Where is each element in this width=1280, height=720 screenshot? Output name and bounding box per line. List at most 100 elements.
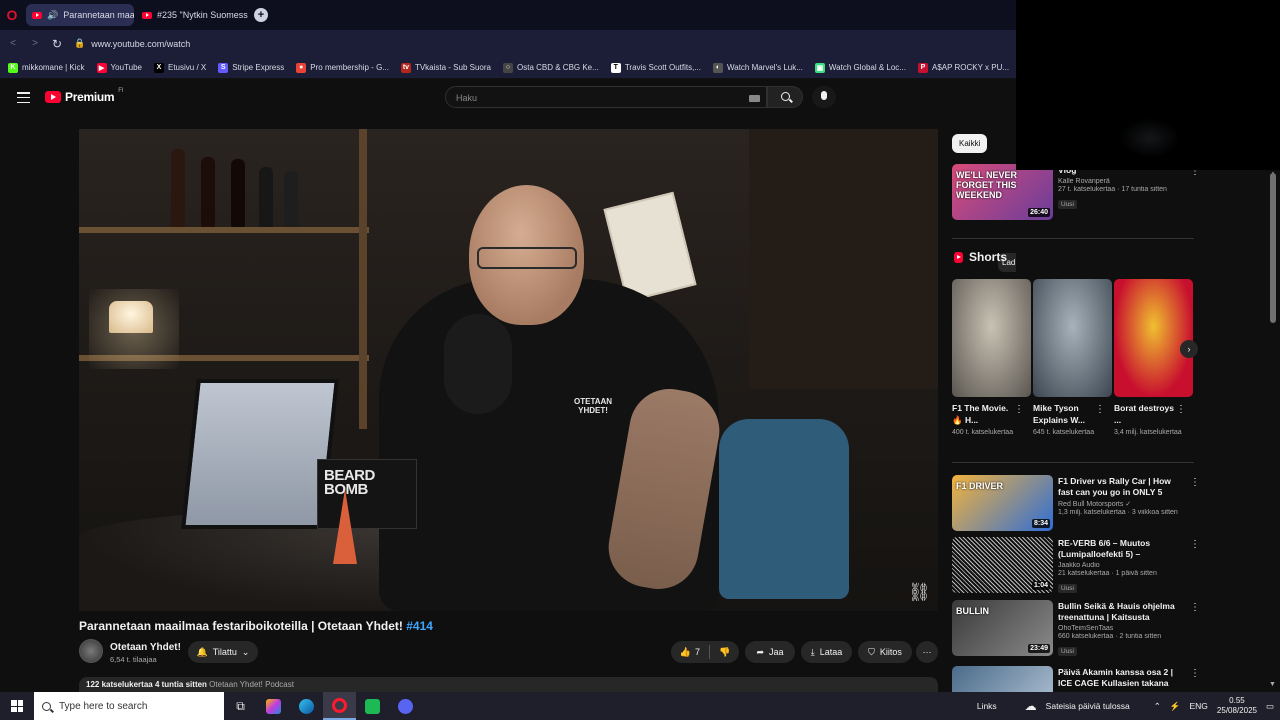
subscribed-button[interactable]: 🔔 Tilattu ⌄ <box>188 641 258 663</box>
search-button[interactable] <box>767 86 803 108</box>
kebab-menu-icon[interactable]: ⋮ <box>1190 477 1200 488</box>
short-thumbnail[interactable] <box>952 279 1031 397</box>
kebab-menu-icon[interactable]: ⋮ <box>1095 404 1105 415</box>
thumbs-up-icon: 👍 <box>679 646 691 657</box>
recommendation-channel[interactable]: Red Bull Motorsports ✓ <box>1058 500 1184 508</box>
shorts-next-arrow-icon[interactable]: › <box>1180 340 1198 358</box>
share-button[interactable]: ➦ Jaa <box>745 641 795 663</box>
search-input[interactable]: Haku <box>445 86 767 108</box>
recommendation-title[interactable]: RE-VERB 6/6 – Muutos (Lumipalloefekti 5)… <box>1058 538 1184 560</box>
weather-icon[interactable]: ☁ <box>1025 699 1037 713</box>
thumbs-down-icon: 👎 <box>719 646 731 657</box>
video-thumbnail[interactable]: BULLIN 23:49 <box>952 600 1053 656</box>
bookmark-item[interactable]: P A$AP ROCKY x PU... <box>917 62 1009 73</box>
short-item[interactable]: F1 The Movie. 🔥 H... 400 t. katselukertaa… <box>952 279 1031 438</box>
chip-all[interactable]: Kaikki <box>952 134 988 153</box>
notifications-icon[interactable]: ▭ <box>1266 701 1274 712</box>
taskbar-app-edge[interactable] <box>290 692 323 720</box>
start-button[interactable] <box>0 692 34 720</box>
bookmark-item[interactable]: ◐ Watch Marvel's Luk... <box>712 62 803 73</box>
recommendation-title[interactable]: Päivä Akamin kanssa osa 2 | ICE CAGE Kul… <box>1058 667 1184 689</box>
lock-icon[interactable]: 🔒 <box>74 38 85 49</box>
dislike-button[interactable]: 👎 <box>719 647 730 658</box>
description-box[interactable]: 122 katselukertaa 4 tuntia sitten Otetaa… <box>79 677 938 692</box>
tab-inactive[interactable]: #235 "Nytkin Suomessa o <box>136 4 248 26</box>
bookmark-item[interactable]: ▣ Watch Global & Loc... <box>814 62 906 73</box>
short-title[interactable]: Borat destroys ... <box>1114 402 1180 426</box>
video-thumbnail[interactable]: 1:04 <box>952 537 1053 593</box>
channel-name[interactable]: Otetaan Yhdet! <box>110 642 181 653</box>
taskbar-app-copilot[interactable] <box>257 692 290 720</box>
kebab-menu-icon[interactable]: ⋮ <box>1190 602 1200 613</box>
bookmark-item[interactable]: X Etusivu / X <box>153 62 206 73</box>
recommendation-title[interactable]: F1 Driver vs Rally Car | How fast can yo… <box>1058 476 1184 498</box>
forward-icon[interactable]: > <box>24 38 46 49</box>
short-item[interactable]: Borat destroys ... 3,4 milj. katselukerta… <box>1114 279 1193 438</box>
short-title[interactable]: Mike Tyson Explains W... <box>1033 402 1099 426</box>
kebab-menu-icon[interactable]: ⋮ <box>1190 668 1200 679</box>
bookmark-item[interactable]: ○ Osta CBD & CBG Ke... <box>503 62 599 73</box>
orange-cone <box>333 489 357 564</box>
keyboard-icon[interactable] <box>749 95 760 102</box>
taskbar-app-opera[interactable] <box>323 692 356 720</box>
shorts-icon <box>954 251 963 263</box>
youtube-premium-logo[interactable]: Premium FI <box>45 88 124 104</box>
recommendation-channel[interactable]: Jaakko Audio <box>1058 562 1184 569</box>
language-indicator[interactable]: ENG <box>1190 701 1208 711</box>
recommendation-item[interactable]: BULLIN 23:49 Bullin Seikä & Hauis ohjelma … <box>952 600 1200 658</box>
recommendation-item[interactable]: 1:04 RE-VERB 6/6 – Muutos (Lumipalloefekt… <box>952 537 1200 595</box>
video-player[interactable]: BEARD BOMB OTETAAN YHDET! ⛓ <box>79 129 938 611</box>
taskbar-search-input[interactable]: Type here to search <box>34 692 224 720</box>
chevron-up-icon[interactable]: ⌃ <box>1154 701 1161 712</box>
like-button[interactable]: 👍 7 <box>680 647 700 658</box>
taskbar-app-green[interactable] <box>356 692 389 720</box>
short-item[interactable]: Mike Tyson Explains W... 645 t. katseluke… <box>1033 279 1112 438</box>
links-toolbar[interactable]: Links <box>977 701 997 711</box>
thumbnail-text: F1 DRIVER <box>956 481 1004 491</box>
kebab-menu-icon[interactable]: ⋮ <box>1190 539 1200 550</box>
kebab-menu-icon[interactable]: ⋮ <box>1014 404 1024 415</box>
channel-watermark-icon[interactable]: ⛓ <box>908 581 931 603</box>
opera-logo-icon[interactable]: O <box>0 0 24 30</box>
more-actions-button[interactable]: ··· <box>916 641 938 663</box>
bookmark-item[interactable]: ● Pro membership - G... <box>296 62 389 73</box>
download-button[interactable]: ⤓ Lataa <box>801 641 852 663</box>
recommendation-channel[interactable]: Kalle Rovanperä <box>1058 178 1184 185</box>
taskbar-app-discord[interactable] <box>389 692 422 720</box>
bookmark-item[interactable]: ▶ YouTube <box>96 62 142 73</box>
reload-icon[interactable]: ↻ <box>46 37 68 51</box>
scrollbar-thumb[interactable] <box>1270 173 1276 323</box>
scroll-down-arrow-icon[interactable]: ▼ <box>1269 681 1276 688</box>
bookmark-item[interactable]: T Travis Scott Outfits,... <box>610 62 701 73</box>
bookmark-item[interactable]: Kmikkomane | Kick <box>8 62 85 73</box>
tab-active[interactable]: 🔊 Parannetaan maailma <box>26 4 134 26</box>
recommendation-item[interactable]: WE'LL NEVER FORGET THIS WEEKEND 26:40 Vlog… <box>952 164 1200 222</box>
video-thumbnail[interactable]: F1 DRIVER 8:34 <box>952 475 1053 531</box>
short-title[interactable]: F1 The Movie. 🔥 H... <box>952 402 1018 426</box>
hamburger-menu-icon[interactable] <box>17 92 30 103</box>
recommendation-title[interactable]: Bullin Seikä & Hauis ohjelma treenattuna… <box>1058 601 1184 623</box>
bell-icon: 🔔 <box>196 646 208 657</box>
thanks-button[interactable]: ⛉ Kiitos <box>858 641 912 663</box>
bookmark-item[interactable]: S Stripe Express <box>218 62 284 73</box>
kebab-menu-icon[interactable]: ⋮ <box>1176 404 1186 415</box>
weather-text[interactable]: Sateisia päiviä tulossa <box>1046 701 1130 711</box>
clock[interactable]: 0.55 25/08/2025 <box>1217 696 1257 716</box>
short-thumbnail[interactable] <box>1114 279 1193 397</box>
video-hashtag-link[interactable]: #414 <box>406 619 433 633</box>
back-icon[interactable]: < <box>2 38 24 49</box>
speaker-icon[interactable]: 🔊 <box>47 10 58 21</box>
short-thumbnail[interactable] <box>1033 279 1112 397</box>
discord-icon <box>398 698 413 714</box>
bookmark-item[interactable]: tv TVkaista - Sub Suora <box>400 62 491 73</box>
url-field[interactable]: www.youtube.com/watch <box>91 39 190 49</box>
new-tab-plus-icon[interactable]: + <box>254 8 268 22</box>
task-view-button[interactable]: ⧉ <box>224 692 257 720</box>
channel-avatar[interactable] <box>79 639 103 663</box>
description-hashtags[interactable]: Otetaan Yhdet! Podcast <box>209 680 294 689</box>
recommendation-item[interactable]: F1 DRIVER 8:34 F1 Driver vs Rally Car | Ho… <box>952 475 1200 533</box>
network-icon[interactable]: ⚡ <box>1170 701 1181 712</box>
voice-search-button[interactable] <box>812 86 836 108</box>
video-thumbnail[interactable]: WE'LL NEVER FORGET THIS WEEKEND 26:40 <box>952 164 1053 220</box>
recommendation-channel[interactable]: OhoTeimSenTaas <box>1058 625 1184 632</box>
